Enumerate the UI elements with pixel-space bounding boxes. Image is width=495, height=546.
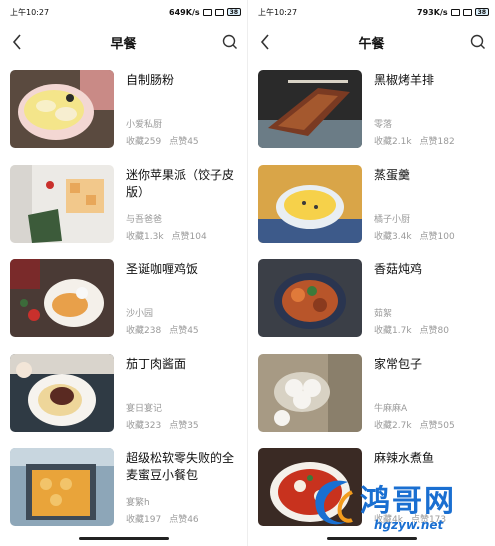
favorites-count: 收藏2.7k (374, 420, 412, 431)
favorites-count: 收藏2.1k (374, 137, 412, 147)
page-title: 早餐 (110, 36, 137, 52)
recipe-title: 超级松软零失败的全麦蜜豆小餐包 (126, 451, 235, 482)
status-time: 上午10:27 (258, 7, 298, 17)
status-time: 上午10:27 (10, 7, 50, 17)
likes-count: 点赞505 (419, 420, 455, 431)
recipe-title: 茄丁肉酱面 (126, 356, 187, 371)
recipe-author: 宴繁h (126, 498, 150, 508)
recipe-author: 小爱私厨 (126, 120, 163, 130)
signal-icon (214, 8, 224, 16)
battery-icon: 38 (226, 8, 241, 16)
recipe-thumbnail (10, 70, 114, 148)
recipe-title: 香菇炖鸡 (374, 262, 423, 276)
favorites-count: 收藏323 (126, 420, 162, 431)
favorites-count: 收藏238 (126, 326, 162, 336)
likes-count: 点赞80 (419, 326, 449, 336)
network-speed: 793K/s (417, 7, 448, 17)
recipe-list: 自制肠粉 小爱私厨 收藏259 点赞45 迷你苹果派（饺子皮版） 与吾爸爸 收藏1… (0, 60, 247, 533)
nav-bar: 午餐 (248, 24, 495, 60)
chevron-left-icon (12, 34, 21, 50)
watermark-logo-icon (315, 480, 353, 525)
site-watermark: 鸿哥网 hgzyw.net (300, 470, 495, 546)
likes-count: 点赞45 (169, 137, 199, 147)
recipe-thumbnail (258, 259, 362, 337)
recipe-thumbnail (258, 164, 362, 243)
recipe-item[interactable]: 茄丁肉酱面 宴日宴记 收藏323 点赞35 (10, 344, 237, 439)
likes-count: 点赞182 (419, 137, 455, 147)
recipe-title: 蒸蛋羹 (374, 167, 411, 182)
recipe-title: 迷你苹果派（饺子皮版） (126, 167, 235, 199)
favorites-count: 收藏259 (126, 137, 162, 147)
recipe-item[interactable]: 黑椒烤羊排 零落 收藏2.1k 点赞182 (258, 60, 485, 155)
back-button[interactable] (8, 33, 26, 51)
network-speed: 649K/s (169, 7, 200, 17)
recipe-thumbnail (10, 259, 114, 337)
breakfast-screen: 上午10:27 649K/s 38 早餐 自制肠粉 小爱私厨 收藏259 点赞45 (0, 0, 247, 546)
recipe-title: 麻辣水煮鱼 (374, 451, 435, 465)
watermark-text: 鸿哥网 (360, 484, 456, 519)
favorites-count: 收藏1.3k (126, 231, 164, 242)
likes-count: 点赞45 (169, 326, 199, 336)
recipe-thumbnail (258, 353, 362, 432)
recipe-thumbnail (10, 353, 114, 432)
recipe-title: 自制肠粉 (126, 73, 175, 87)
recipe-author: 橘子小厨 (374, 214, 411, 225)
recipe-title: 圣诞咖喱鸡饭 (126, 262, 199, 276)
likes-count: 点赞46 (169, 515, 199, 525)
search-button[interactable] (221, 33, 239, 51)
recipe-title: 家常包子 (374, 356, 423, 371)
back-button[interactable] (256, 33, 274, 51)
watermark-url: hgzyw.net (374, 518, 444, 532)
recipe-author: 零落 (374, 120, 393, 130)
status-bar: 上午10:27 649K/s 38 (0, 0, 247, 24)
recipe-item[interactable]: 家常包子 牛麻麻A 收藏2.7k 点赞505 (258, 344, 485, 439)
recipe-list: 黑椒烤羊排 零落 收藏2.1k 点赞182 蒸蛋羹 橘子小厨 收藏3.4k 点赞10… (248, 60, 495, 533)
chevron-left-icon (260, 34, 269, 50)
recipe-item[interactable]: 蒸蛋羹 橘子小厨 收藏3.4k 点赞100 (258, 155, 485, 250)
recipe-thumbnail (10, 164, 114, 243)
recipe-item[interactable]: 香菇炖鸡 茹絮 收藏1.7k 点赞80 (258, 249, 485, 344)
recipe-author: 沙小园 (126, 309, 154, 319)
search-button[interactable] (469, 33, 487, 51)
recipe-author: 与吾爸爸 (126, 214, 163, 225)
recipe-item[interactable]: 圣诞咖喱鸡饭 沙小园 收藏238 点赞45 (10, 249, 237, 344)
likes-count: 点赞35 (169, 420, 199, 431)
recipe-item[interactable]: 超级松软零失败的全麦蜜豆小餐包 宴繁h 收藏197 点赞46 (10, 438, 237, 533)
lunch-screen: 上午10:27 793K/s 38 午餐 黑椒烤羊排 零落 收藏2.1k 点赞18… (248, 0, 495, 546)
recipe-item[interactable]: 自制肠粉 小爱私厨 收藏259 点赞45 (10, 60, 237, 155)
search-icon (470, 34, 485, 49)
favorites-count: 收藏197 (126, 515, 162, 525)
signal-icon (462, 8, 472, 16)
nav-bar: 早餐 (0, 24, 247, 60)
recipe-title: 黑椒烤羊排 (374, 73, 435, 87)
search-icon (222, 34, 237, 49)
recipe-item[interactable]: 迷你苹果派（饺子皮版） 与吾爸爸 收藏1.3k 点赞104 (10, 155, 237, 250)
favorites-count: 收藏3.4k (374, 231, 412, 242)
recipe-thumbnail (258, 70, 362, 148)
likes-count: 点赞104 (171, 231, 207, 242)
home-indicator[interactable] (78, 537, 169, 540)
recipe-author: 牛麻麻A (374, 403, 408, 414)
favorites-count: 收藏1.7k (374, 326, 412, 336)
page-title: 午餐 (358, 36, 385, 52)
alarm-icon (202, 8, 212, 16)
recipe-author: 茹絮 (374, 309, 393, 319)
likes-count: 点赞100 (419, 231, 455, 242)
status-bar: 上午10:27 793K/s 38 (248, 0, 495, 24)
recipe-thumbnail (10, 448, 114, 526)
battery-icon: 38 (474, 8, 489, 16)
alarm-icon (450, 8, 460, 16)
recipe-author: 宴日宴记 (126, 403, 163, 414)
